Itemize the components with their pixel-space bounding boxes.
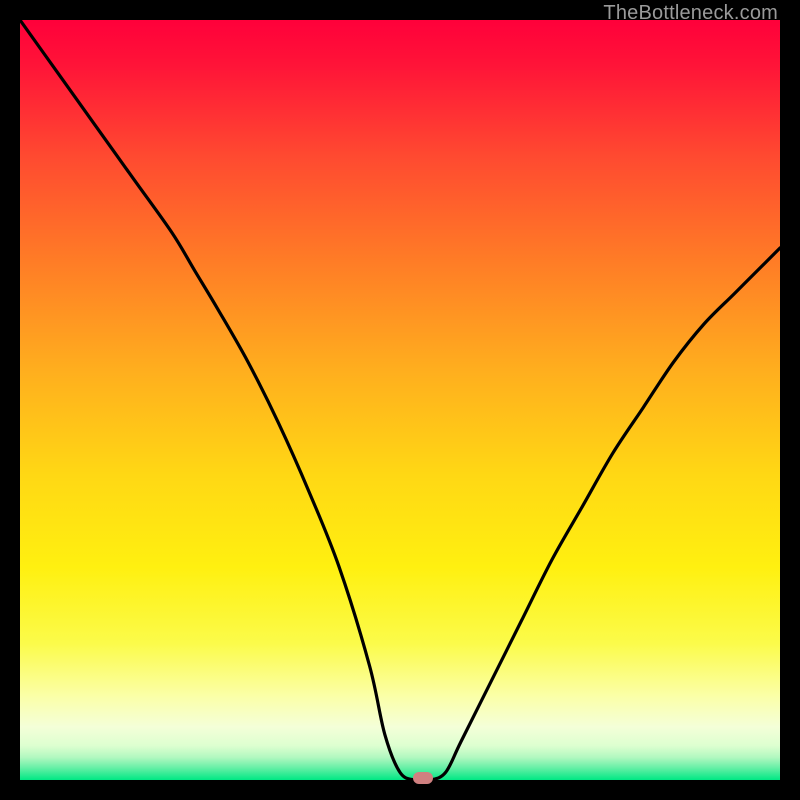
curve-layer — [20, 20, 780, 780]
optimal-point-marker — [413, 772, 433, 784]
chart-frame: TheBottleneck.com — [0, 0, 800, 800]
plot-area — [20, 20, 780, 780]
bottleneck-curve — [20, 20, 780, 780]
